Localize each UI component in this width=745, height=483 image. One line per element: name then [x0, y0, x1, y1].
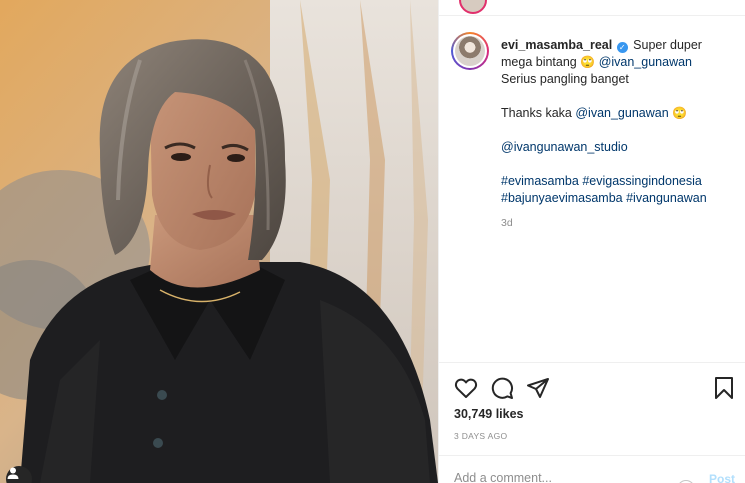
hashtag-ivangunawan[interactable]: #ivangunawan: [626, 191, 707, 205]
hashtag-evigassingindonesia[interactable]: #evigassingindonesia: [582, 174, 702, 188]
mention-ivan-gunawan[interactable]: @ivan_gunawan: [599, 55, 692, 69]
hashtag-evimasamba[interactable]: #evimasamba: [501, 174, 579, 188]
verified-badge-icon: ✓: [616, 42, 628, 53]
likes-count[interactable]: 30,749 likes: [454, 407, 524, 421]
bookmark-icon: [715, 377, 733, 399]
like-button[interactable]: [453, 375, 479, 401]
share-button[interactable]: [525, 375, 551, 401]
posted-time[interactable]: 3 DAYS AGO: [454, 431, 507, 441]
divider: [439, 362, 745, 363]
author-username[interactable]: evi_masamba_real: [501, 38, 612, 52]
post-header: [439, 0, 745, 16]
emoji-eyeroll: 🙄: [580, 55, 596, 69]
post-photo[interactable]: [0, 0, 438, 483]
portrait-illustration: [0, 0, 438, 483]
comment-button[interactable]: [489, 375, 515, 401]
comment-input[interactable]: [454, 471, 654, 483]
caption-line-2: Serius pangling banget: [501, 72, 629, 86]
caption-age[interactable]: 3d: [501, 215, 721, 232]
mention-ivan-gunawan-2[interactable]: @ivan_gunawan: [575, 106, 668, 120]
comment-bar: Post: [439, 455, 745, 483]
author-avatar[interactable]: [451, 32, 489, 70]
header-avatar[interactable]: [459, 0, 487, 14]
heart-icon: [454, 378, 478, 398]
action-bar: [453, 375, 735, 401]
avatar-image: [455, 36, 485, 66]
hashtag-bajunyaevimasamba[interactable]: #bajunyaevimasamba: [501, 191, 623, 205]
comment-icon: [491, 377, 513, 399]
post-comment-button[interactable]: Post: [709, 472, 735, 483]
emoji-eyeroll-2: 🙄: [672, 106, 688, 120]
caption-thanks: Thanks kaka: [501, 106, 572, 120]
user-tag-icon: [7, 467, 19, 479]
mention-ivangunawan-studio[interactable]: @ivangunawan_studio: [501, 140, 628, 154]
paper-plane-icon: [527, 378, 549, 398]
save-button[interactable]: [711, 375, 737, 401]
caption-text: evi_masamba_real ✓ Super duper mega bint…: [501, 37, 721, 232]
post-detail-panel: evi_masamba_real ✓ Super duper mega bint…: [438, 0, 745, 483]
